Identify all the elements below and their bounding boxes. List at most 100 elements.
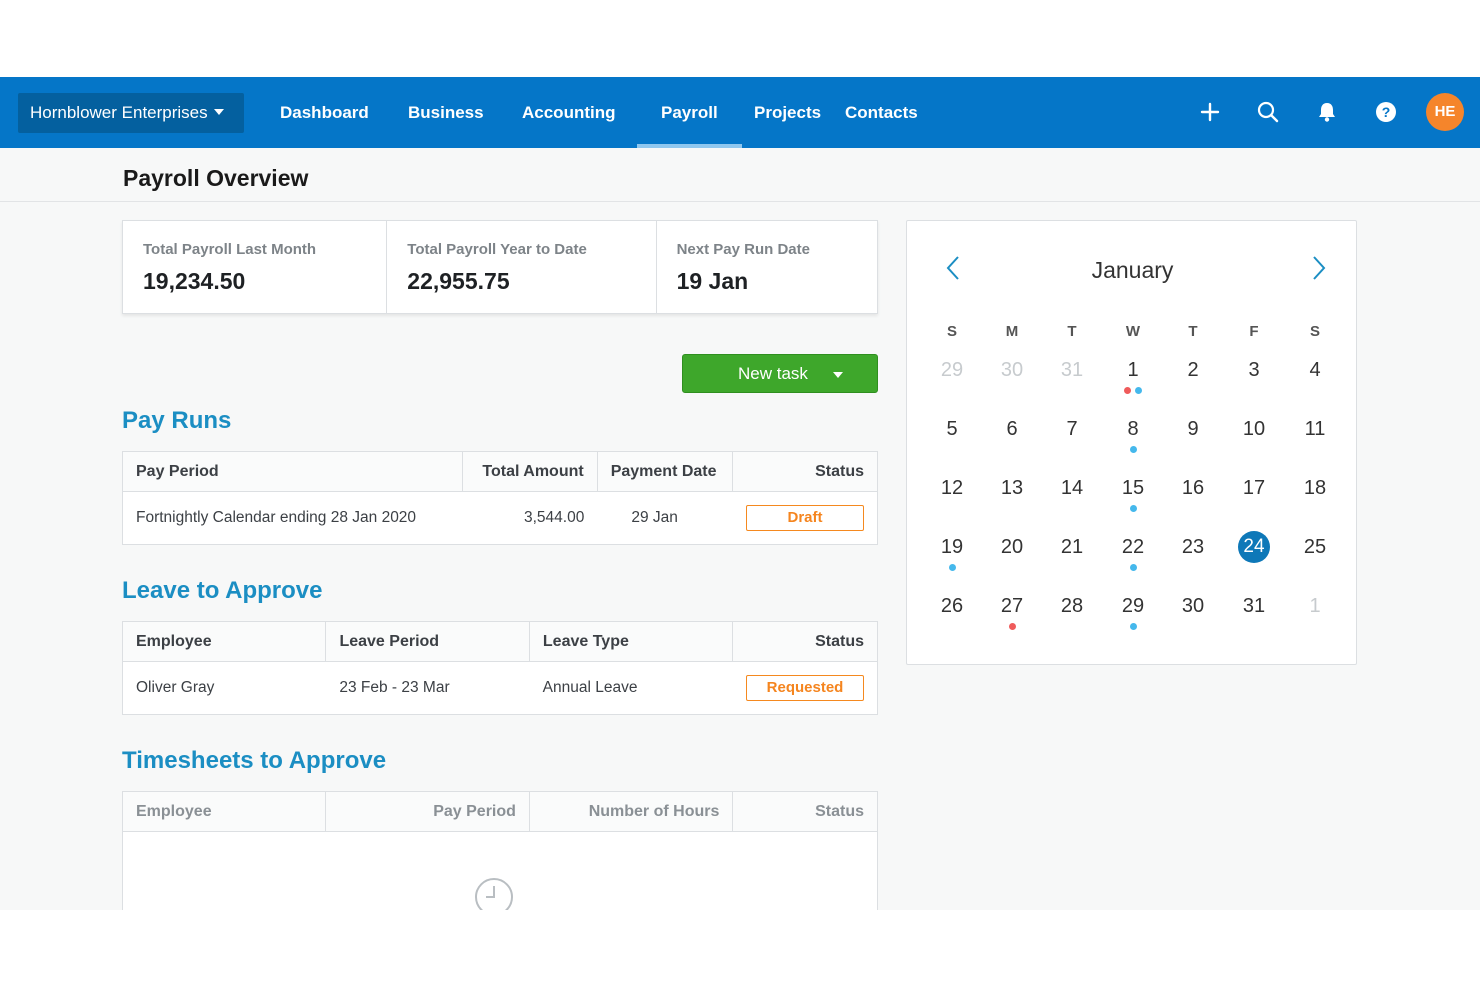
table-header: Employee Leave Period Leave Type Status	[123, 622, 877, 662]
app-frame: Hornblower Enterprises Dashboard Busines…	[0, 77, 1480, 910]
leave-period-cell: 23 Feb - 23 Mar	[339, 679, 450, 696]
calendar-day-other-month[interactable]: 31	[1052, 350, 1092, 390]
calendar-day[interactable]: 5	[932, 409, 972, 449]
calendar-day[interactable]: 20	[992, 527, 1032, 567]
column-header[interactable]: Status	[733, 452, 877, 491]
help-icon[interactable]: ?	[1373, 99, 1399, 125]
svg-text:?: ?	[1382, 104, 1391, 120]
nav-contacts[interactable]: Contacts	[845, 77, 918, 148]
calendar-day[interactable]: 18	[1295, 468, 1335, 508]
column-header[interactable]: Payment Date	[598, 452, 734, 491]
calendar-widget: January S M T W T F S 29 30 31 1 2 3 4 5 6 7 8 9 10 11 12 13 14…	[906, 220, 1357, 665]
event-marker-blue	[1129, 623, 1137, 630]
payroll-summary-card: Total Payroll Last Month 19,234.50 Total…	[122, 220, 878, 314]
nav-payroll[interactable]: Payroll	[637, 77, 742, 148]
calendar-day[interactable]: 14	[1052, 468, 1092, 508]
column-header[interactable]: Status	[733, 792, 877, 831]
calendar-day[interactable]: 12	[932, 468, 972, 508]
status-badge[interactable]: Draft	[746, 505, 864, 531]
weekday-label: W	[1125, 323, 1141, 340]
calendar-day[interactable]: 3	[1234, 350, 1274, 390]
calendar-day[interactable]: 2	[1173, 350, 1213, 390]
column-header[interactable]: Number of Hours	[530, 792, 734, 831]
calendar-day[interactable]: 21	[1052, 527, 1092, 567]
calendar-day[interactable]: 26	[932, 586, 972, 626]
user-avatar[interactable]: HE	[1426, 93, 1464, 131]
column-header[interactable]: Leave Type	[530, 622, 734, 661]
calendar-day[interactable]: 11	[1295, 409, 1335, 449]
table-row[interactable]: Oliver Gray 23 Feb - 23 Mar Annual Leave…	[123, 662, 877, 714]
plus-icon[interactable]	[1197, 99, 1223, 125]
calendar-day[interactable]: 15	[1113, 468, 1153, 508]
calendar-month-label: January	[1091, 257, 1174, 283]
nav-accounting[interactable]: Accounting	[522, 77, 616, 148]
nav-projects[interactable]: Projects	[754, 77, 821, 148]
pay-runs-title: Pay Runs	[122, 407, 232, 434]
calendar-day[interactable]: 16	[1173, 468, 1213, 508]
search-icon[interactable]	[1255, 99, 1281, 125]
organisation-switcher[interactable]: Hornblower Enterprises	[18, 93, 244, 133]
chevron-down-icon[interactable]	[833, 372, 843, 378]
page-header: Payroll Overview	[0, 148, 1480, 202]
calendar-day[interactable]: 17	[1234, 468, 1274, 508]
calendar-day[interactable]: 1	[1113, 350, 1153, 390]
total-amount-cell: 3,544.00	[524, 509, 585, 526]
weekday-label: M	[1005, 323, 1019, 340]
column-header[interactable]: Leave Period	[326, 622, 530, 661]
table-row[interactable]: Fortnightly Calendar ending 28 Jan 2020 …	[123, 492, 877, 544]
calendar-day[interactable]: 19	[932, 527, 972, 567]
chevron-right-icon[interactable]	[1303, 253, 1333, 283]
event-marker-blue	[948, 564, 956, 571]
calendar-day[interactable]: 28	[1052, 586, 1092, 626]
calendar-day-other-month[interactable]: 30	[992, 350, 1032, 390]
column-header[interactable]: Pay Period	[326, 792, 530, 831]
event-marker-blue	[1129, 564, 1137, 571]
new-task-label: New task	[738, 364, 808, 383]
calendar-day[interactable]: 6	[992, 409, 1032, 449]
leave-to-approve-title: Leave to Approve	[122, 577, 323, 604]
status-badge[interactable]: Requested	[745, 675, 864, 701]
status-cell: Requested	[733, 662, 877, 714]
calendar-day[interactable]: 22	[1113, 527, 1153, 567]
column-header[interactable]: Pay Period	[123, 452, 464, 491]
summary-label: Total Payroll Last Month	[143, 241, 317, 258]
pay-runs-table: Pay Period Total Amount Payment Date Sta…	[122, 451, 878, 545]
top-navigation-bar: Hornblower Enterprises Dashboard Busines…	[0, 77, 1480, 148]
organisation-name: Hornblower Enterprises	[30, 103, 208, 122]
summary-total-year-to-date: Total Payroll Year to Date 22,955.75	[387, 221, 657, 313]
calendar-day[interactable]: 7	[1052, 409, 1092, 449]
nav-dashboard[interactable]: Dashboard	[280, 77, 369, 148]
chevron-down-icon	[213, 109, 224, 115]
weekday-label: F	[1249, 323, 1259, 340]
summary-label: Total Payroll Year to Date	[407, 241, 587, 258]
calendar-day[interactable]: 13	[992, 468, 1032, 508]
new-task-button[interactable]: New task	[682, 354, 878, 393]
column-header[interactable]: Status	[733, 622, 877, 661]
calendar-day[interactable]: 29	[1113, 586, 1153, 626]
bell-icon[interactable]	[1314, 99, 1340, 125]
employee-cell[interactable]: Oliver Gray	[123, 662, 326, 714]
status-cell: Draft	[733, 492, 877, 544]
calendar-day[interactable]: 4	[1295, 350, 1335, 390]
calendar-day[interactable]: 8	[1113, 409, 1153, 449]
loading-clock-icon	[475, 878, 513, 910]
calendar-day[interactable]: 27	[992, 586, 1032, 626]
summary-value: 19,234.50	[143, 268, 246, 294]
calendar-day-today[interactable]: 24	[1238, 531, 1270, 563]
column-header[interactable]: Employee	[123, 622, 327, 661]
calendar-day[interactable]: 30	[1173, 586, 1213, 626]
calendar-day[interactable]: 31	[1234, 586, 1274, 626]
summary-value: 19 Jan	[676, 268, 749, 294]
event-marker-blue	[1129, 446, 1137, 453]
column-header[interactable]: Total Amount	[463, 452, 598, 491]
calendar-day[interactable]: 25	[1295, 527, 1335, 567]
calendar-day[interactable]: 23	[1173, 527, 1213, 567]
calendar-day-other-month[interactable]: 1	[1295, 586, 1335, 626]
calendar-day[interactable]: 10	[1234, 409, 1274, 449]
timesheets-to-approve-title: Timesheets to Approve	[122, 747, 387, 774]
column-header[interactable]: Employee	[123, 792, 327, 831]
nav-business[interactable]: Business	[408, 77, 484, 148]
pay-period-cell[interactable]: Fortnightly Calendar ending 28 Jan 2020	[123, 492, 463, 544]
calendar-day-other-month[interactable]: 29	[932, 350, 972, 390]
calendar-day[interactable]: 9	[1173, 409, 1213, 449]
